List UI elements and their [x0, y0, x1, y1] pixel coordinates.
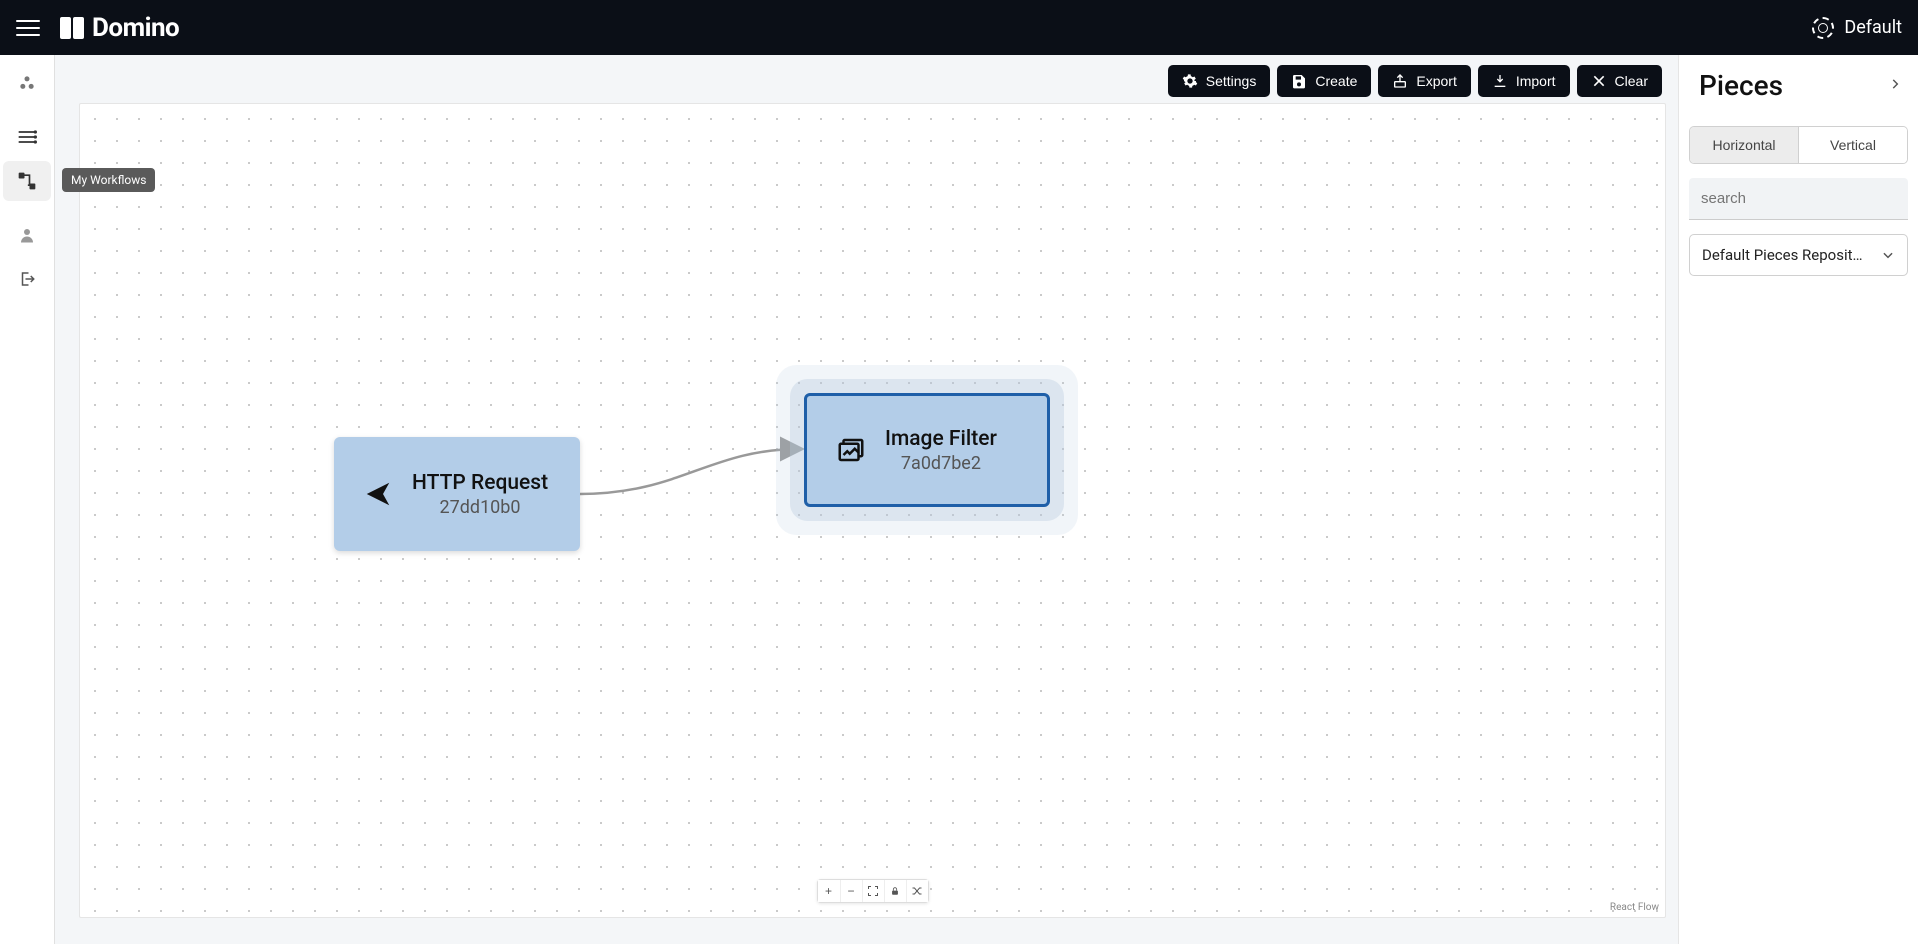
sidebar-item-profile[interactable]: [3, 215, 51, 255]
repository-select[interactable]: Default Pieces Reposit…: [1689, 234, 1908, 276]
pieces-search-input[interactable]: [1689, 178, 1908, 220]
node-image-filter[interactable]: Image Filter 7a0d7be2: [804, 393, 1050, 507]
logout-icon: [18, 270, 36, 288]
panel-header: Pieces: [1689, 69, 1908, 112]
tab-vertical[interactable]: Vertical: [1798, 127, 1907, 163]
orientation-toggle: Horizontal Vertical: [1689, 126, 1908, 164]
shuffle-icon: [911, 885, 923, 897]
node-title: HTTP Request: [412, 471, 548, 495]
lock-icon: [890, 885, 900, 897]
send-icon: [362, 478, 394, 510]
node-id: 7a0d7be2: [901, 453, 981, 474]
sidebar-tooltip: My Workflows: [62, 168, 155, 192]
create-button[interactable]: Create: [1277, 65, 1371, 97]
collapse-panel-button[interactable]: [1888, 76, 1902, 95]
node-text: HTTP Request 27dd10b0: [412, 471, 548, 518]
create-label: Create: [1315, 73, 1357, 89]
canvas-toolbar: Settings Create Export Import Clear: [1168, 65, 1662, 97]
logo-icon: [60, 17, 84, 39]
node-text: Image Filter 7a0d7be2: [885, 427, 997, 474]
brand-name: Domino: [92, 13, 179, 43]
lock-button[interactable]: [884, 880, 906, 902]
import-icon: [1492, 73, 1508, 89]
import-button[interactable]: Import: [1478, 65, 1570, 97]
clear-label: Clear: [1615, 73, 1648, 89]
brand-logo[interactable]: Domino: [60, 13, 179, 43]
export-label: Export: [1416, 73, 1456, 89]
workspace-icon: [1812, 17, 1834, 39]
topbar: Domino Default: [0, 0, 1918, 55]
settings-button[interactable]: Settings: [1168, 65, 1271, 97]
node-title: Image Filter: [885, 427, 997, 451]
fit-view-button[interactable]: [862, 880, 884, 902]
node-http-request[interactable]: HTTP Request 27dd10b0: [334, 437, 580, 551]
import-label: Import: [1516, 73, 1556, 89]
clear-button[interactable]: Clear: [1577, 65, 1662, 97]
sidebar-item-my-workflows[interactable]: [3, 117, 51, 157]
workflow-icon: [17, 171, 37, 191]
topbar-left: Domino: [16, 13, 179, 43]
repository-label: Default Pieces Reposit…: [1702, 246, 1863, 264]
export-button[interactable]: Export: [1378, 65, 1470, 97]
workspace-selector[interactable]: Default: [1812, 17, 1902, 39]
settings-label: Settings: [1206, 73, 1257, 89]
chevron-right-icon: [1888, 77, 1902, 91]
panel-title: Pieces: [1699, 69, 1783, 102]
export-icon: [1392, 73, 1408, 89]
dots-cluster-icon: [17, 73, 37, 93]
zoom-in-button[interactable]: +: [818, 880, 840, 902]
workspace-name: Default: [1844, 17, 1902, 38]
flow-canvas[interactable]: HTTP Request 27dd10b0 Image Filter 7a0d7…: [79, 103, 1666, 918]
user-icon: [18, 226, 36, 244]
canvas-background: [80, 104, 1665, 917]
tab-horizontal[interactable]: Horizontal: [1690, 127, 1798, 163]
gear-icon: [1182, 73, 1198, 89]
save-icon: [1291, 73, 1307, 89]
pieces-panel: Pieces Horizontal Vertical Default Piece…: [1678, 55, 1918, 944]
chevron-down-icon: [1881, 248, 1895, 262]
shuffle-button[interactable]: [906, 880, 928, 902]
menu-button[interactable]: [16, 16, 40, 40]
flow-controls: + −: [817, 879, 929, 903]
sidebar-item-logout[interactable]: [3, 259, 51, 299]
sidebar: My Workflows: [0, 55, 55, 944]
image-stack-icon: [835, 434, 867, 466]
sidebar-item-workspaces[interactable]: [3, 63, 51, 103]
flow-attribution: React Flow: [1610, 902, 1659, 913]
list-icon: [17, 129, 37, 145]
zoom-out-button[interactable]: −: [840, 880, 862, 902]
fit-icon: [867, 885, 879, 897]
node-id: 27dd10b0: [440, 497, 521, 518]
close-icon: [1591, 73, 1607, 89]
canvas-area: Settings Create Export Import Clear: [55, 55, 1678, 944]
main: My Workflows Settings Create Export Impo…: [0, 55, 1918, 944]
sidebar-item-workflow-editor[interactable]: [3, 161, 51, 201]
